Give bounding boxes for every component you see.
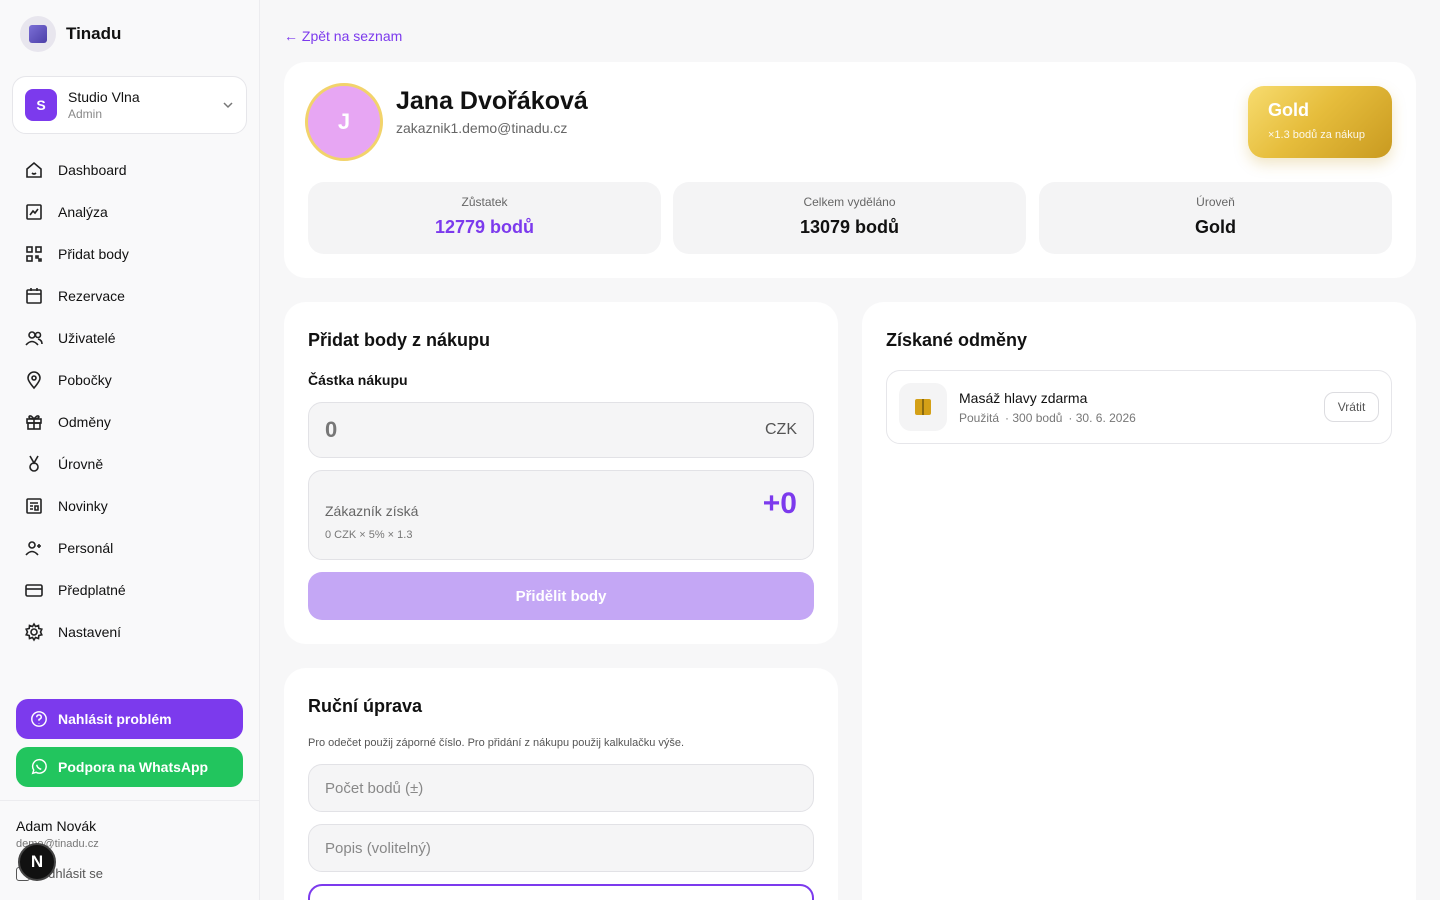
amount-label: Částka nákupu — [308, 372, 408, 388]
pin-icon — [27, 371, 41, 390]
sidebar-item-label: Odměny — [58, 414, 111, 430]
sidebar-item-analyza[interactable]: Analýza — [12, 191, 248, 233]
stat-total-earned: Celkem vyděláno 13079 bodů — [673, 182, 1026, 254]
sidebar-item-novinky[interactable]: Novinky — [12, 485, 248, 527]
stat-value: 12779 bodů — [434, 217, 535, 237]
user-plus-icon — [25, 541, 41, 556]
currency-label: CZK — [765, 421, 797, 438]
amount-input[interactable]: 0 CZK — [308, 402, 814, 458]
org-name: Studio Vlna — [68, 89, 140, 105]
report-problem-button[interactable]: Nahlásit problém — [16, 699, 243, 739]
gift-icon — [26, 415, 42, 430]
news-icon — [26, 498, 42, 514]
customer-avatar: J — [305, 83, 383, 161]
manual-card-title: Ruční úprava — [308, 696, 423, 716]
tier-name: Gold — [1268, 100, 1309, 120]
tier-badge: Gold ×1.3 bodů za nákup — [1248, 86, 1392, 158]
assign-points-button[interactable]: Přidělit body — [308, 572, 814, 620]
reward-date: · 30. 6. 2026 — [1068, 411, 1136, 425]
stat-label: Úroveň — [1196, 195, 1235, 209]
card-icon — [25, 584, 43, 597]
manual-submit-button[interactable] — [308, 884, 814, 900]
points-preview: Zákazník získá 0 CZK × 5% × 1.3 +0 — [308, 470, 814, 560]
gear-icon — [25, 622, 43, 642]
home-icon — [26, 161, 42, 178]
description-input[interactable]: Popis (volitelný) — [308, 824, 814, 872]
sidebar-item-pridat-body[interactable]: Přidat body — [12, 233, 248, 275]
users-icon — [25, 331, 43, 346]
org-role: Admin — [68, 107, 103, 121]
stat-balance: Zůstatek 12779 bodů — [308, 182, 661, 254]
amount-value: 0 — [325, 417, 338, 442]
return-reward-button[interactable]: Vrátit — [1324, 392, 1379, 422]
stat-value: Gold — [1195, 217, 1236, 237]
sidebar-item-label: Rezervace — [58, 288, 125, 304]
sidebar-item-urovne[interactable]: Úrovně — [12, 443, 248, 485]
sidebar-item-label: Personál — [58, 540, 114, 556]
reward-item: Masáž hlavy zdarma Použitá · 300 bodů · … — [886, 370, 1392, 444]
user-name: Adam Novák — [16, 818, 97, 834]
purchase-points-card: Přidat body z nákupu Částka nákupu 0 CZK… — [284, 302, 838, 644]
gift-box-icon — [899, 383, 947, 431]
customer-email: zakaznik1.demo@tinadu.cz — [396, 120, 568, 136]
tier-multiplier: ×1.3 bodů za nákup — [1268, 129, 1365, 141]
sidebar-item-label: Dashboard — [58, 162, 127, 178]
reward-points: · 300 bodů — [1005, 411, 1063, 425]
calendar-icon — [26, 288, 42, 304]
sidebar-item-predplatne[interactable]: Předplatné — [12, 569, 248, 611]
gain-label: Zákazník získá — [325, 503, 419, 519]
org-switcher[interactable]: S Studio Vlna Admin — [12, 76, 247, 134]
sidebar-item-nastaveni[interactable]: Nastavení — [12, 611, 248, 653]
stat-level: Úroveň Gold — [1039, 182, 1392, 254]
customer-profile-card: J Jana Dvořáková zakaznik1.demo@tinadu.c… — [284, 62, 1416, 278]
gain-formula: 0 CZK × 5% × 1.3 — [325, 529, 413, 541]
help-circle-icon — [31, 711, 47, 727]
sidebar-item-odmeny[interactable]: Odměny — [12, 401, 248, 443]
report-problem-label: Nahlásit problém — [58, 711, 172, 727]
sidebar-item-label: Přidat body — [58, 246, 129, 262]
chart-icon — [26, 204, 42, 220]
purchase-card-title: Přidat body z nákupu — [308, 330, 491, 350]
rewards-card-title: Získané odměny — [886, 330, 1028, 350]
chevron-down-icon — [223, 102, 233, 109]
sidebar-item-label: Předplatné — [58, 582, 126, 598]
sidebar-item-rezervace[interactable]: Rezervace — [12, 275, 248, 317]
manual-hint: Pro odečet použij záporné číslo. Pro při… — [308, 737, 685, 749]
back-to-list-link[interactable]: ← Zpět na seznam — [284, 28, 402, 44]
sidebar-item-label: Uživatelé — [58, 330, 116, 346]
sidebar-item-uzivatele[interactable]: Uživatelé — [12, 317, 248, 359]
reward-meta: Použitá · 300 bodů · 30. 6. 2026 — [959, 411, 1136, 425]
floating-n-button[interactable]: N — [18, 843, 56, 881]
sidebar-item-pobocky[interactable]: Pobočky — [12, 359, 248, 401]
whatsapp-support-label: Podpora na WhatsApp — [58, 759, 209, 775]
sidebar-item-label: Analýza — [58, 204, 108, 220]
sidebar: Tinadu S Studio Vlna Admin Dashboard Ana… — [0, 0, 260, 900]
brand[interactable]: Tinadu — [20, 16, 121, 52]
qr-icon — [26, 246, 42, 262]
stat-value: 13079 bodů — [799, 217, 900, 237]
customer-name: Jana Dvořáková — [396, 87, 588, 115]
sidebar-item-personal[interactable]: Personál — [12, 527, 248, 569]
sidebar-item-label: Pobočky — [58, 372, 112, 388]
stat-label: Celkem vyděláno — [803, 195, 896, 209]
sidebar-item-label: Úrovně — [58, 456, 104, 472]
sidebar-divider — [0, 800, 259, 801]
gain-value: +0 — [762, 487, 797, 520]
whatsapp-icon — [31, 758, 47, 775]
whatsapp-support-button[interactable]: Podpora na WhatsApp — [16, 747, 243, 787]
stat-label: Zůstatek — [461, 195, 508, 209]
points-delta-input[interactable]: Počet bodů (±) — [308, 764, 814, 812]
org-avatar: S — [25, 89, 57, 121]
sidebar-nav: Dashboard Analýza Přidat body Rezervace … — [12, 149, 248, 653]
sidebar-item-label: Nastavení — [58, 624, 122, 640]
reward-name: Masáž hlavy zdarma — [959, 390, 1088, 406]
sidebar-item-dashboard[interactable]: Dashboard — [12, 149, 248, 191]
sidebar-item-label: Novinky — [58, 498, 108, 514]
reward-status: Použitá — [959, 411, 1000, 425]
brand-logo-icon — [20, 16, 56, 52]
earned-rewards-card: Získané odměny Masáž hlavy zdarma Použit… — [862, 302, 1416, 900]
manual-adjust-card: Ruční úprava Pro odečet použij záporné č… — [284, 668, 838, 900]
brand-name: Tinadu — [66, 24, 122, 43]
medal-icon — [29, 455, 39, 472]
